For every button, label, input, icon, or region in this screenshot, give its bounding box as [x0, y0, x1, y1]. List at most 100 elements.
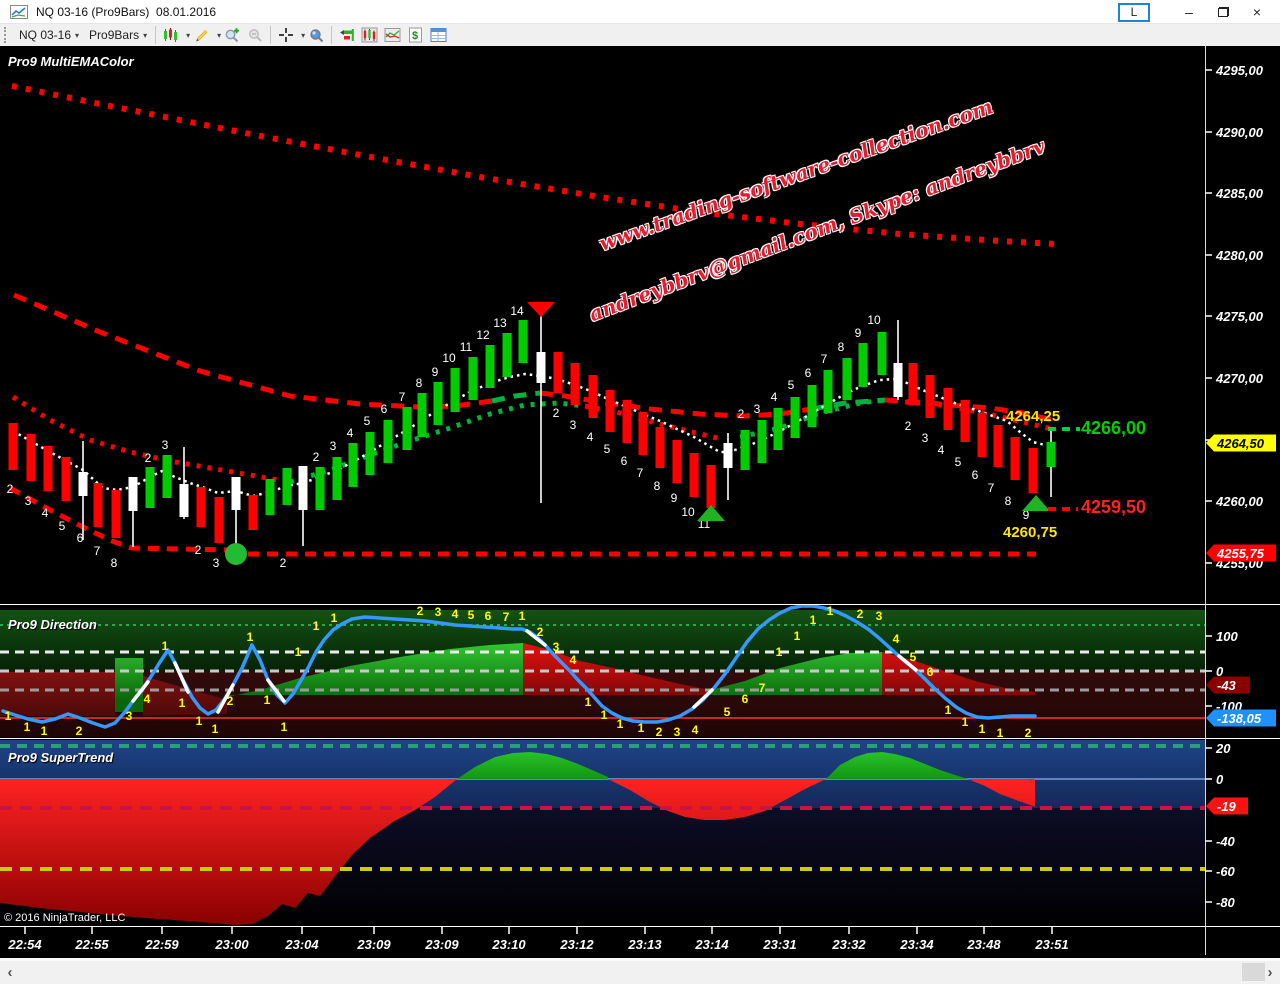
svg-text:2: 2	[1025, 726, 1032, 740]
svg-text:1: 1	[179, 696, 186, 710]
zoom-window-button[interactable]	[305, 25, 328, 45]
svg-text:-40: -40	[1216, 834, 1236, 849]
svg-text:3: 3	[922, 431, 929, 445]
svg-text:4260,75: 4260,75	[1003, 524, 1057, 541]
svg-text:23:09: 23:09	[356, 937, 391, 952]
svg-text:8: 8	[416, 376, 423, 390]
data-grid-button[interactable]	[427, 25, 450, 45]
svg-text:2: 2	[738, 407, 745, 421]
indicators-icon	[361, 27, 378, 43]
close-button[interactable]: ×	[1240, 1, 1274, 23]
svg-text:4290,00: 4290,00	[1215, 125, 1264, 140]
svg-text:1: 1	[638, 721, 645, 735]
app-chart-icon	[10, 5, 28, 19]
link-button[interactable]: L	[1118, 3, 1150, 22]
svg-text:2: 2	[7, 482, 14, 496]
svg-text:2: 2	[195, 543, 202, 557]
price-badge: -19	[1206, 798, 1248, 815]
svg-text:23:34: 23:34	[899, 937, 934, 952]
svg-text:4270,00: 4270,00	[1215, 371, 1264, 386]
titlebar: NQ 03-16 (Pro9Bars) 08.01.2016 L – ×	[0, 0, 1280, 24]
svg-text:23:09: 23:09	[424, 937, 459, 952]
window-controls: L – ×	[1118, 0, 1274, 24]
svg-text:5: 5	[59, 519, 66, 533]
svg-text:1: 1	[247, 630, 254, 644]
svg-text:1: 1	[810, 613, 817, 627]
svg-text:7: 7	[399, 390, 406, 404]
svg-text:1: 1	[196, 714, 203, 728]
svg-text:4280,00: 4280,00	[1215, 248, 1264, 263]
zoom-out-button[interactable]	[244, 25, 267, 45]
chart-area: 1112341111211111123456712341111234567111…	[0, 46, 1280, 958]
chart-canvas[interactable]: 1112341111211111123456712341111234567111…	[0, 46, 1280, 958]
svg-text:4255,75: 4255,75	[1216, 546, 1265, 561]
svg-text:1: 1	[162, 639, 169, 653]
crosshair-button[interactable]	[274, 25, 297, 45]
svg-text:3: 3	[162, 438, 169, 452]
svg-text:3: 3	[213, 556, 220, 570]
svg-text:22:54: 22:54	[7, 937, 42, 952]
svg-text:2: 2	[537, 625, 544, 639]
svg-text:1: 1	[617, 717, 624, 731]
svg-text:22:59: 22:59	[144, 937, 179, 952]
toolbar-grip[interactable]	[4, 27, 11, 43]
svg-text:23:10: 23:10	[491, 937, 526, 952]
chevron-down-icon: ▾	[75, 31, 79, 40]
svg-text:-138,05: -138,05	[1217, 711, 1262, 726]
chart-trader-icon	[338, 27, 355, 43]
svg-text:4: 4	[938, 443, 945, 457]
indicators-button[interactable]	[358, 25, 381, 45]
horizontal-scrollbar[interactable]: ‹ ›	[0, 958, 1280, 984]
svg-text:4: 4	[144, 692, 151, 706]
price-badge: -43	[1206, 677, 1250, 694]
svg-text:2: 2	[76, 724, 83, 738]
svg-text:6: 6	[485, 609, 492, 623]
svg-text:2: 2	[857, 607, 864, 621]
svg-text:23:48: 23:48	[966, 937, 1001, 952]
period-label: Pro9Bars	[89, 28, 139, 42]
scroll-left-icon[interactable]: ‹	[2, 963, 18, 981]
window-title: NQ 03-16 (Pro9Bars) 08.01.2016	[36, 5, 216, 19]
svg-text:23:04: 23:04	[284, 937, 319, 952]
instrument-selector[interactable]: NQ 03-16 ▾	[14, 25, 84, 45]
svg-text:4275,00: 4275,00	[1215, 309, 1264, 324]
svg-text:-19: -19	[1217, 799, 1237, 814]
svg-text:2: 2	[313, 450, 320, 464]
svg-text:11: 11	[460, 340, 473, 354]
svg-text:1: 1	[212, 722, 219, 736]
chart-trader-button[interactable]	[335, 25, 358, 45]
scroll-right-icon[interactable]: ›	[1262, 963, 1278, 981]
svg-text:6: 6	[805, 366, 812, 380]
svg-text:23:51: 23:51	[1034, 937, 1068, 952]
restore-button[interactable]	[1206, 1, 1240, 23]
zoom-out-icon	[247, 27, 264, 44]
chart-panel-button[interactable]	[381, 25, 404, 45]
minimize-button[interactable]: –	[1172, 1, 1206, 23]
svg-text:-43: -43	[1217, 678, 1237, 693]
svg-text:12: 12	[476, 328, 490, 342]
svg-text:23:31: 23:31	[762, 937, 796, 952]
draw-button[interactable]	[190, 25, 213, 45]
period-selector[interactable]: Pro9Bars ▾	[84, 25, 152, 45]
svg-text:1: 1	[962, 715, 969, 729]
svg-text:20: 20	[1215, 741, 1231, 756]
svg-text:4: 4	[452, 607, 459, 621]
svg-text:4260,00: 4260,00	[1215, 494, 1264, 509]
account-data-button[interactable]: $	[404, 25, 427, 45]
svg-text:1: 1	[776, 645, 783, 659]
svg-text:$: $	[412, 30, 418, 42]
svg-text:3: 3	[330, 439, 337, 453]
svg-text:3: 3	[876, 609, 883, 623]
svg-text:1: 1	[945, 703, 952, 717]
svg-text:5: 5	[788, 378, 795, 392]
svg-text:8: 8	[838, 340, 845, 354]
svg-text:7: 7	[637, 466, 644, 480]
zoom-in-button[interactable]	[221, 25, 244, 45]
svg-text:2: 2	[553, 406, 560, 420]
svg-text:6: 6	[621, 454, 628, 468]
svg-text:1: 1	[585, 695, 592, 709]
svg-text:2: 2	[656, 725, 663, 739]
svg-text:4: 4	[893, 632, 900, 646]
svg-text:7: 7	[759, 681, 766, 695]
chart-style-button[interactable]	[159, 25, 182, 45]
